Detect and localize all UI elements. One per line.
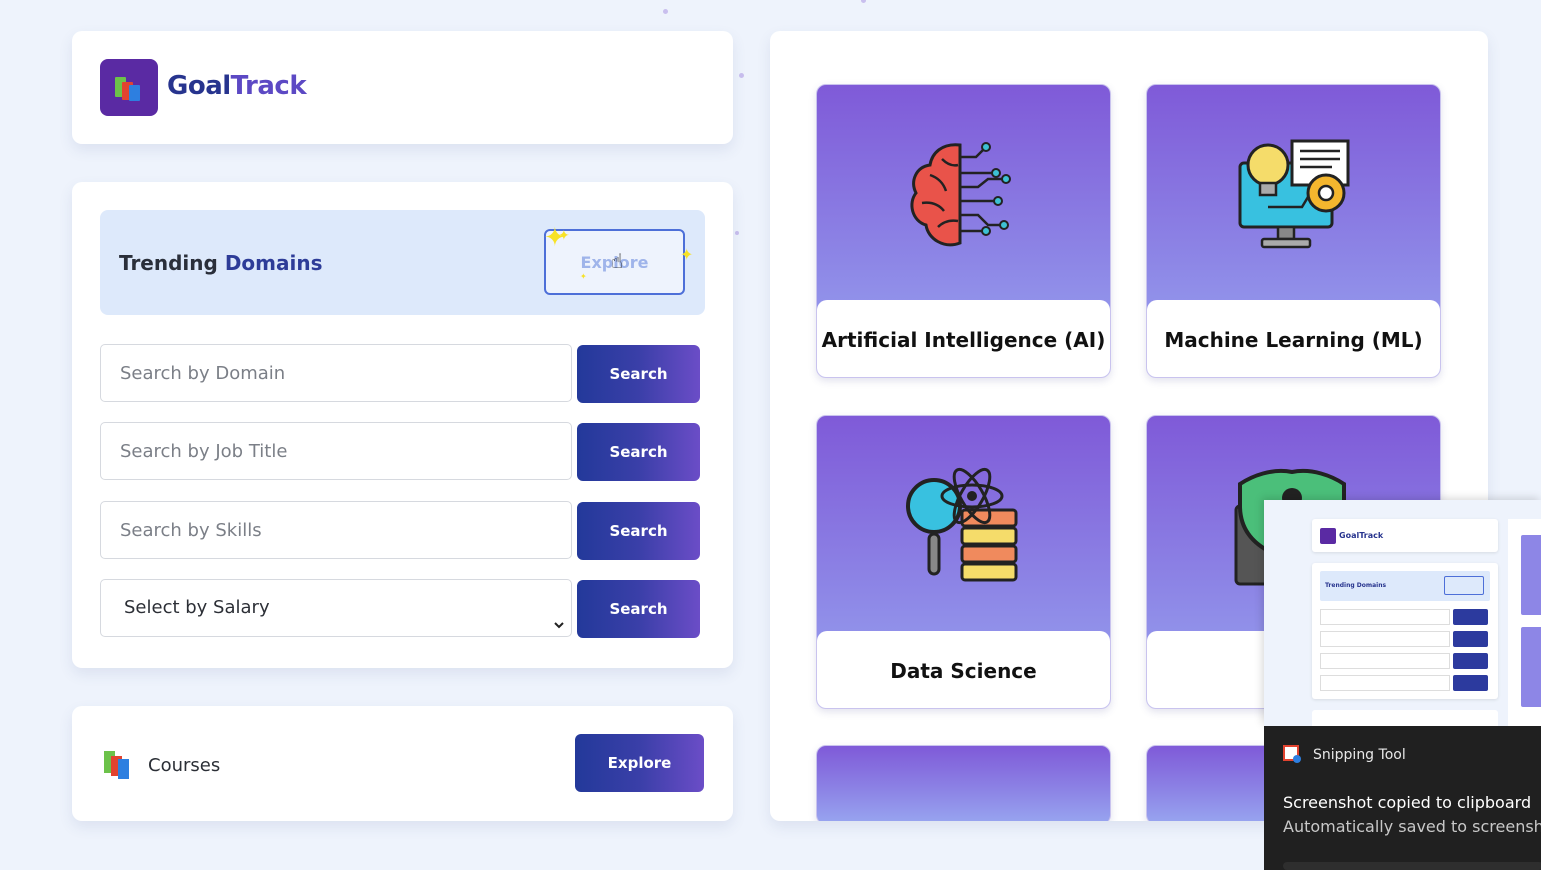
courses-label: Courses [148,755,221,776]
brain-circuit-icon [910,142,1011,247]
sparkle-icon: ✦ [680,245,694,264]
books-logo-icon[interactable] [100,59,158,116]
chevron-down-icon [553,599,565,655]
domain-card-ml[interactable]: Machine Learning (ML) [1146,84,1441,378]
domain-card-label: Data Science [817,631,1110,708]
skills-search-input[interactable] [100,501,572,559]
lightbulb-monitor-gear-icon [1238,139,1350,249]
hand-cursor-icon: ☝ [611,249,624,273]
trending-banner: Trending Domains Explore ☝ ✦ ✦ ✦ ✦ [100,210,705,315]
logo-card: GoalTrack [72,31,733,144]
domain-search-input[interactable] [100,344,572,402]
domain-card-label: Artificial Intelligence (AI) [817,300,1110,377]
salary-search-row: Select by Salary Search [100,579,700,638]
trending-title-part2: Domains [224,251,323,275]
thumb-search-card: Trending Domains [1312,563,1498,699]
domain-card-ai[interactable]: Artificial Intelligence (AI) [816,84,1111,378]
domain-card-label: Machine Learning (ML) [1147,300,1440,377]
skills-search-button[interactable]: Search [577,502,700,560]
decorative-dot [861,0,866,3]
toast-sub-message: Automatically saved to screensho [1283,817,1541,836]
sparkle-icon: ✦ [558,228,570,244]
toast-action-bar[interactable] [1283,862,1541,870]
decorative-dot [739,73,744,78]
trending-explore-button[interactable]: Explore ☝ ✦ ✦ ✦ ✦ [544,225,693,295]
books-icon [104,751,134,781]
domain-card-data-science[interactable]: Data Science [816,415,1111,709]
magnifier-atom-database-icon [906,467,1018,582]
job-title-search-input[interactable] [100,422,572,480]
search-card: Trending Domains Explore ☝ ✦ ✦ ✦ ✦ Searc… [72,182,733,668]
domain-search-row: Search [100,344,700,403]
app-logo-text[interactable]: GoalTrack [167,71,307,101]
domain-search-button[interactable]: Search [577,345,700,403]
thumb-trending-text: Trending Domains [1325,582,1387,589]
decorative-dot [735,231,739,235]
snipping-thumbnail[interactable]: GoalTrack Trending Domains [1264,500,1541,726]
courses-card: Courses Explore [72,706,733,821]
snipping-tool-icon [1283,745,1303,765]
toast-app-name: Snipping Tool [1313,747,1406,763]
job-search-button[interactable]: Search [577,423,700,481]
salary-search-button[interactable]: Search [577,580,700,638]
toast-message: Screenshot copied to clipboard [1283,793,1532,812]
thumb-logo-text: GoalTrack [1339,531,1384,540]
salary-select[interactable]: Select by Salary [100,579,572,637]
snipping-tool-notification[interactable]: Snipping Tool Screenshot copied to clipb… [1264,726,1541,870]
trending-title: Trending Domains [119,251,323,275]
thumb-domains-panel [1508,519,1541,726]
skills-search-row: Search [100,501,700,560]
domain-card-partial[interactable] [816,745,1111,821]
trending-title-part1: Trending [119,251,225,275]
job-search-row: Search [100,422,700,481]
thumb-logo-card: GoalTrack [1312,519,1498,552]
decorative-dot [663,9,668,14]
logo-track: Track [230,71,307,101]
sparkle-icon: ✦ [580,272,587,281]
salary-select-value: Select by Salary [124,597,270,618]
courses-explore-button[interactable]: Explore [575,734,704,792]
logo-goal: Goal [167,71,231,101]
